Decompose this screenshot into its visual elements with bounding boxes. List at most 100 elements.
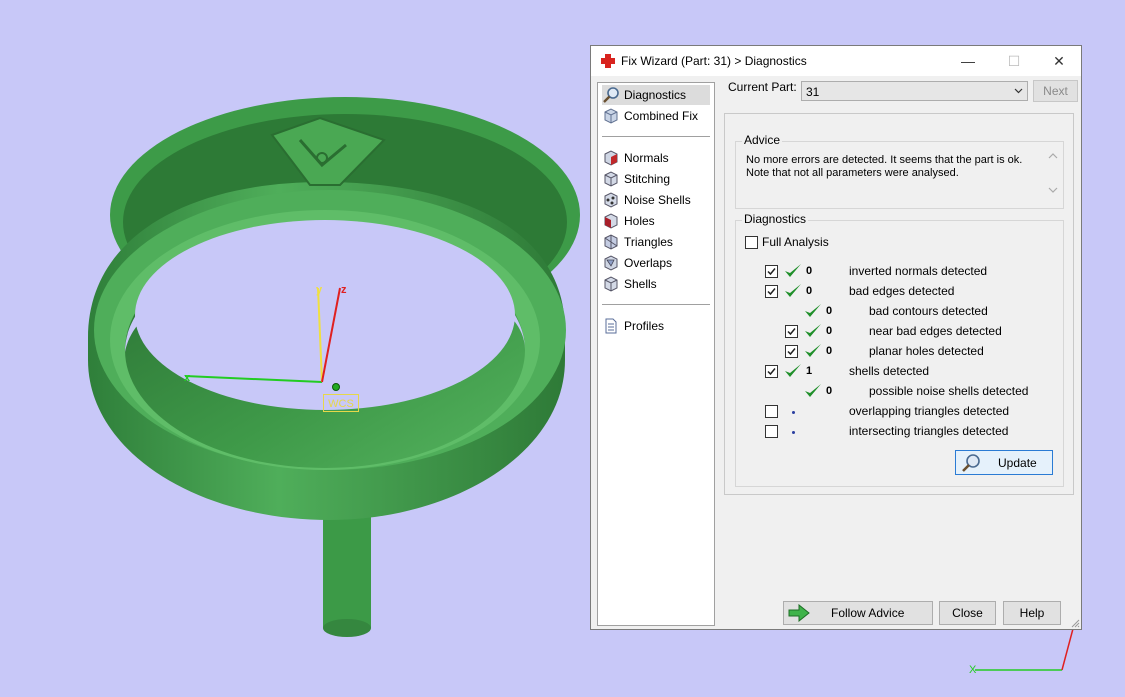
close-button[interactable]: Close xyxy=(939,601,996,625)
overlapping-triangles-label: overlapping triangles detected xyxy=(849,404,1010,418)
ok-check-icon xyxy=(785,284,801,297)
diagnostics-title: Diagnostics xyxy=(742,212,809,226)
arrow-right-icon xyxy=(788,604,810,622)
nav-item-label: Normals xyxy=(624,151,669,165)
nav-item-label: Overlaps xyxy=(624,256,673,270)
ok-check-icon xyxy=(805,384,821,397)
full-analysis-checkbox[interactable] xyxy=(745,236,758,249)
planar-holes-checkbox[interactable] xyxy=(785,345,798,358)
shells-label: shells detected xyxy=(849,364,930,378)
inverted-normals-checkbox[interactable] xyxy=(765,265,778,278)
noise-shells-label: possible noise shells detected xyxy=(869,384,1029,398)
follow-advice-label: Follow Advice xyxy=(831,606,905,620)
nav-divider xyxy=(602,136,710,137)
x-axis-label: x xyxy=(184,372,191,384)
nav-item-diagnostics[interactable]: Diagnostics xyxy=(602,85,710,105)
magnifier-icon xyxy=(603,87,619,103)
nav-item-label: Holes xyxy=(624,214,655,228)
follow-advice-button[interactable]: Follow Advice xyxy=(783,601,933,625)
shells-icon xyxy=(604,276,618,292)
noise-shells-count: 0 xyxy=(826,385,833,397)
checkmark-icon xyxy=(767,368,776,376)
checkmark-icon xyxy=(767,268,776,276)
triangles-icon xyxy=(604,234,618,250)
nav-item-overlaps[interactable]: Overlaps xyxy=(602,253,710,273)
near-bad-edges-label: near bad edges detected xyxy=(869,324,1002,338)
next-button[interactable]: Next xyxy=(1033,80,1078,102)
wcs-label: WCS xyxy=(323,394,359,412)
nav-item-stitching[interactable]: Stitching xyxy=(602,169,710,189)
nav-item-normals[interactable]: Normals xyxy=(602,148,710,168)
nav-item-holes[interactable]: Holes xyxy=(602,211,710,231)
intersecting-triangles-checkbox[interactable] xyxy=(765,425,778,438)
current-part-select[interactable]: 31 xyxy=(801,81,1028,101)
bad-edges-count: 0 xyxy=(806,285,813,297)
advice-text: No more errors are detected. It seems th… xyxy=(746,154,1023,179)
planar-holes-label: planar holes detected xyxy=(869,344,984,358)
fix-wizard-dialog: Fix Wizard (Part: 31) > Diagnostics — ☐ … xyxy=(590,45,1082,630)
shells-count: 1 xyxy=(806,365,813,377)
holes-icon xyxy=(604,213,618,229)
intersecting-triangles-label: intersecting triangles detected xyxy=(849,424,1009,438)
help-button[interactable]: Help xyxy=(1003,601,1061,625)
bad-contours-count: 0 xyxy=(826,305,833,317)
title-bar[interactable]: Fix Wizard (Part: 31) > Diagnostics — ☐ … xyxy=(591,46,1081,76)
near-bad-edges-checkbox[interactable] xyxy=(785,325,798,338)
stitching-icon xyxy=(604,171,618,187)
ok-check-icon xyxy=(785,264,801,277)
nav-item-label: Triangles xyxy=(624,235,673,249)
magnifier-icon xyxy=(962,453,980,472)
checkmark-icon xyxy=(767,288,776,296)
bad-edges-checkbox[interactable] xyxy=(765,285,778,298)
minimize-button[interactable]: — xyxy=(945,46,991,76)
checkmark-icon xyxy=(787,328,796,336)
pending-dot-icon xyxy=(792,431,795,434)
diagnostics-group: Diagnostics Full Analysis 0 inverted nor… xyxy=(735,212,1064,487)
current-part-value: 31 xyxy=(806,85,820,99)
z-axis-label: z xyxy=(341,284,347,296)
normals-icon xyxy=(604,150,618,166)
shells-checkbox[interactable] xyxy=(765,365,778,378)
ok-check-icon xyxy=(805,324,821,337)
bad-edges-label: bad edges detected xyxy=(849,284,955,298)
nav-item-triangles[interactable]: Triangles xyxy=(602,232,710,252)
nav-divider xyxy=(602,304,710,305)
overlapping-triangles-checkbox[interactable] xyxy=(765,405,778,418)
wizard-nav: Diagnostics Combined Fix Normals Stitchi… xyxy=(597,82,715,626)
update-button[interactable]: Update xyxy=(955,450,1053,475)
noise-shells-icon xyxy=(604,192,618,208)
nav-item-combined-fix[interactable]: Combined Fix xyxy=(602,106,710,126)
maximize-button[interactable]: ☐ xyxy=(991,46,1037,76)
chevron-down-icon xyxy=(1014,88,1023,94)
nav-item-shells[interactable]: Shells xyxy=(602,274,710,294)
ok-check-icon xyxy=(805,344,821,357)
advice-scrollbar[interactable] xyxy=(1046,150,1060,196)
near-bad-edges-count: 0 xyxy=(826,325,833,337)
nav-item-label: Stitching xyxy=(624,172,671,186)
inverted-normals-count: 0 xyxy=(806,265,813,277)
update-label: Update xyxy=(998,455,1037,470)
bad-contours-label: bad contours detected xyxy=(869,304,988,318)
close-window-button[interactable]: ✕ xyxy=(1036,46,1082,76)
planar-holes-count: 0 xyxy=(826,345,833,357)
nav-item-label: Shells xyxy=(624,277,657,291)
pending-dot-icon xyxy=(792,411,795,414)
nav-item-noise-shells[interactable]: Noise Shells xyxy=(602,190,710,210)
nav-item-label: Combined Fix xyxy=(624,109,699,123)
inverted-normals-label: inverted normals detected xyxy=(849,264,988,278)
overlaps-icon xyxy=(604,255,618,271)
current-part-label: Current Part: xyxy=(728,80,797,94)
red-cross-icon xyxy=(601,54,615,68)
nav-item-label: Noise Shells xyxy=(624,193,691,207)
advice-title: Advice xyxy=(742,133,783,147)
advice-group: Advice No more errors are detected. It s… xyxy=(735,133,1064,209)
ok-check-icon xyxy=(785,364,801,377)
diagnostics-panel: Advice No more errors are detected. It s… xyxy=(724,113,1074,495)
resize-grip-icon[interactable] xyxy=(1070,618,1080,628)
ok-check-icon xyxy=(805,304,821,317)
corner-x-axis-label: X xyxy=(969,664,977,676)
nav-item-label: Diagnostics xyxy=(624,88,687,102)
y-axis-label: y xyxy=(316,284,323,296)
full-analysis-label: Full Analysis xyxy=(762,235,829,249)
nav-item-profiles[interactable]: Profiles xyxy=(602,316,710,336)
